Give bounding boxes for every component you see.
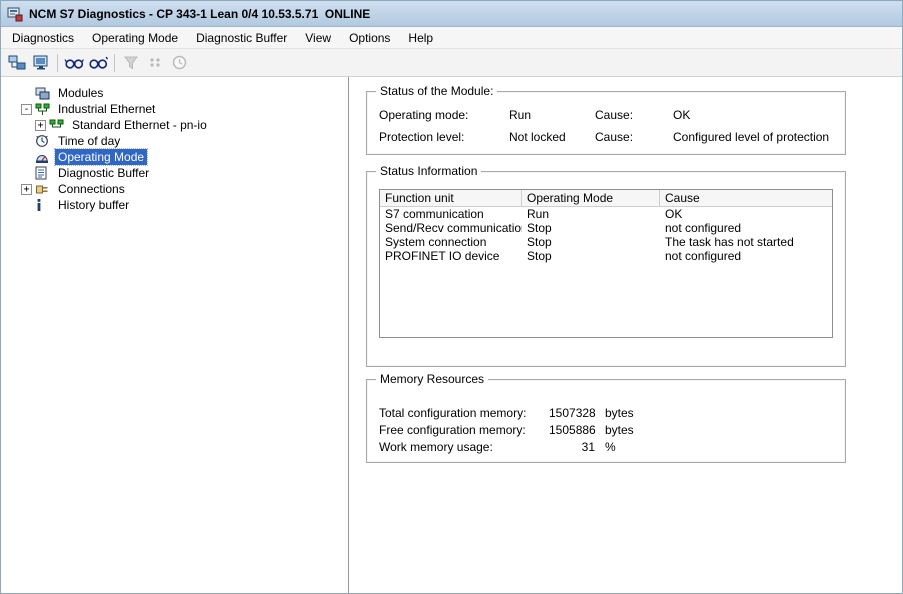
tree-item-label: Operating Mode — [55, 149, 147, 165]
time-of-day-icon — [35, 134, 51, 148]
tree-item-label: Time of day — [55, 133, 123, 149]
groupbox-legend: Memory Resources — [376, 372, 488, 386]
operating-mode-icon — [35, 150, 51, 164]
tree-item-label: Connections — [55, 181, 128, 197]
menu-view[interactable]: View — [296, 28, 340, 48]
toolbar-separator — [114, 54, 115, 72]
toolbar-separator — [57, 54, 58, 72]
cell-function-unit: Send/Recv communication — [380, 221, 522, 235]
industrial-ethernet-icon — [35, 102, 51, 116]
free-config-memory-label: Free configuration memory: — [379, 423, 549, 437]
tree-item-diagnostic-buffer[interactable]: Diagnostic Buffer — [1, 165, 348, 181]
column-header-operating-mode[interactable]: Operating Mode — [522, 190, 660, 207]
status-information-groupbox: Status Information Function unit Operati… — [366, 171, 846, 367]
cell-cause: The task has not started — [660, 235, 832, 249]
menu-diagnostic-buffer[interactable]: Diagnostic Buffer — [187, 28, 296, 48]
status-module-grid: Operating mode: Run Cause: OK Protection… — [379, 92, 833, 144]
cell-operating-mode: Stop — [522, 235, 660, 249]
cell-cause: OK — [660, 207, 832, 221]
menu-bar: Diagnostics Operating Mode Diagnostic Bu… — [1, 27, 902, 49]
diagnostic-buffer-icon — [35, 166, 51, 180]
work-memory-usage-value: 31 — [549, 440, 595, 454]
work-memory-usage-label: Work memory usage: — [379, 440, 549, 454]
protection-level-value: Not locked — [509, 130, 595, 144]
modules-icon — [35, 86, 51, 100]
menu-diagnostics[interactable]: Diagnostics — [3, 28, 83, 48]
free-config-memory-unit: bytes — [595, 423, 833, 437]
operating-mode-value: Run — [509, 108, 595, 122]
tree-item-industrial-ethernet[interactable]: - Industrial Ethernet — [1, 101, 348, 117]
cause-label: Cause: — [595, 108, 673, 122]
module-monitor-icon[interactable] — [29, 52, 53, 74]
expand-toggle-icon[interactable]: + — [35, 120, 46, 131]
total-config-memory-label: Total configuration memory: — [379, 406, 549, 420]
protection-level-label: Protection level: — [379, 130, 509, 144]
detail-panel: Status of the Module: Operating mode: Ru… — [352, 77, 902, 593]
expand-toggle-icon[interactable]: + — [21, 184, 32, 195]
standard-ethernet-icon — [49, 118, 65, 132]
title-bar[interactable]: NCM S7 Diagnostics - CP 343-1 Lean 0/4 1… — [1, 1, 902, 27]
cause-label: Cause: — [595, 130, 673, 144]
work-memory-usage-unit: % — [595, 440, 833, 454]
cell-operating-mode: Run — [522, 207, 660, 221]
free-config-memory-value: 1505886 — [549, 423, 595, 437]
history-buffer-icon — [35, 198, 51, 212]
total-config-memory-value: 1507328 — [549, 406, 595, 420]
cell-cause: not configured — [660, 249, 832, 263]
memory-resources-grid: Total configuration memory: 1507328 byte… — [379, 380, 833, 454]
groupbox-legend: Status Information — [376, 164, 481, 178]
tree-item-time-of-day[interactable]: Time of day — [1, 133, 348, 149]
tree-item-operating-mode[interactable]: Operating Mode — [1, 149, 348, 165]
memory-dots-icon[interactable] — [143, 52, 167, 74]
table-row[interactable]: Send/Recv communication Stop not configu… — [380, 221, 832, 235]
tree-item-history-buffer[interactable]: History buffer — [1, 197, 348, 213]
status-information-table: Function unit Operating Mode Cause S7 co… — [379, 189, 833, 338]
tree-item-standard-ethernet[interactable]: + Standard Ethernet - pn-io — [1, 117, 348, 133]
table-row[interactable]: System connection Stop The task has not … — [380, 235, 832, 249]
total-config-memory-unit: bytes — [595, 406, 833, 420]
navigation-tree: Modules - Industrial Ethernet + — [1, 77, 348, 593]
column-header-function-unit[interactable]: Function unit — [380, 190, 522, 207]
column-header-cause[interactable]: Cause — [660, 190, 832, 207]
cause-value: Configured level of protection — [673, 130, 833, 144]
toolbar — [1, 49, 902, 77]
glasses-tick-icon[interactable] — [86, 52, 110, 74]
cell-operating-mode: Stop — [522, 249, 660, 263]
cell-function-unit: S7 communication — [380, 207, 522, 221]
tree-item-label: Industrial Ethernet — [55, 101, 158, 117]
memory-resources-groupbox: Memory Resources Total configuration mem… — [366, 379, 846, 463]
tree-item-label: Diagnostic Buffer — [55, 165, 152, 181]
table-header-row: Function unit Operating Mode Cause — [380, 190, 832, 207]
tree-item-label: Modules — [55, 85, 106, 101]
connections-icon — [35, 182, 51, 196]
cell-function-unit: PROFINET IO device — [380, 249, 522, 263]
filter-icon[interactable] — [119, 52, 143, 74]
app-window: NCM S7 Diagnostics - CP 343-1 Lean 0/4 1… — [0, 0, 903, 594]
window-title: NCM S7 Diagnostics - CP 343-1 Lean 0/4 1… — [29, 7, 370, 21]
tree-item-modules[interactable]: Modules — [1, 85, 348, 101]
menu-help[interactable]: Help — [399, 28, 442, 48]
glasses-icon[interactable] — [62, 52, 86, 74]
tree-item-label: Standard Ethernet - pn-io — [69, 117, 210, 133]
main-area: Modules - Industrial Ethernet + — [1, 77, 902, 593]
clock-icon[interactable] — [167, 52, 191, 74]
menu-operating-mode[interactable]: Operating Mode — [83, 28, 187, 48]
collapse-toggle-icon[interactable]: - — [21, 104, 32, 115]
module-network-icon[interactable] — [5, 52, 29, 74]
cell-operating-mode: Stop — [522, 221, 660, 235]
tree-item-label: History buffer — [55, 197, 132, 213]
cell-function-unit: System connection — [380, 235, 522, 249]
tree-item-connections[interactable]: + Connections — [1, 181, 348, 197]
table-row[interactable]: PROFINET IO device Stop not configured — [380, 249, 832, 263]
menu-options[interactable]: Options — [340, 28, 399, 48]
groupbox-legend: Status of the Module: — [376, 84, 497, 98]
app-icon[interactable] — [7, 6, 23, 22]
operating-mode-label: Operating mode: — [379, 108, 509, 122]
cause-value: OK — [673, 108, 833, 122]
table-row[interactable]: S7 communication Run OK — [380, 207, 832, 221]
cell-cause: not configured — [660, 221, 832, 235]
status-of-module-groupbox: Status of the Module: Operating mode: Ru… — [366, 91, 846, 155]
